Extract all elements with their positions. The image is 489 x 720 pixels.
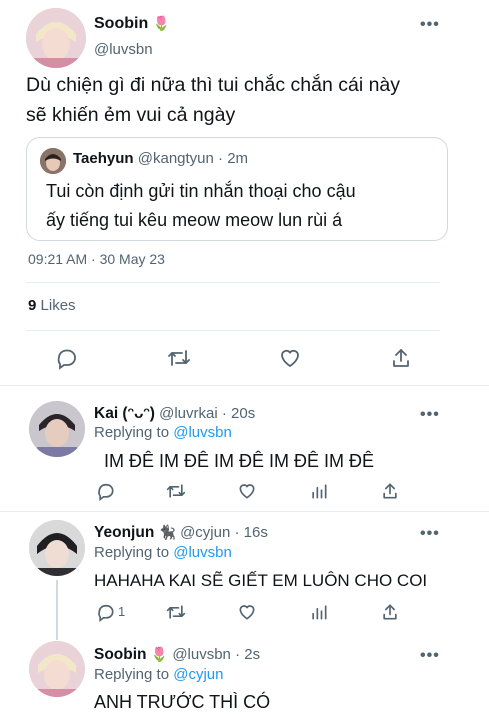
replying-to-handle[interactable]: @luvsbn xyxy=(173,544,232,561)
quoted-author-handle: @kangtyun xyxy=(137,150,214,167)
more-options-icon[interactable]: ••• xyxy=(420,16,440,34)
analytics-icon[interactable] xyxy=(309,602,329,622)
cat-emoji: 🐈‍⬛ xyxy=(158,524,176,540)
quoted-avatar xyxy=(40,148,66,174)
tweet-text-line1: Dù chiện gì đi nữa thì tui chắc chắn cái… xyxy=(26,74,401,96)
quoted-time: · 2m xyxy=(218,150,249,167)
quoted-text-line2: ấy tiếng tui kêu meow meow lun rùi á xyxy=(46,210,343,230)
share-icon[interactable] xyxy=(380,481,400,501)
avatar[interactable] xyxy=(26,8,86,68)
flower-emoji: 🌷 xyxy=(152,15,171,31)
tweet-timestamp[interactable]: 09:21 AM · 30 May 23 xyxy=(28,251,165,267)
divider xyxy=(26,282,440,283)
retweet-icon[interactable] xyxy=(165,602,187,622)
divider xyxy=(26,330,440,331)
avatar-image xyxy=(26,8,86,68)
replying-to: Replying to @luvsbn xyxy=(94,544,232,561)
reply-time[interactable]: · 20s xyxy=(222,405,255,422)
more-options-icon[interactable]: ••• xyxy=(420,647,440,665)
divider xyxy=(0,511,489,512)
analytics-icon[interactable] xyxy=(309,481,329,501)
like-icon[interactable] xyxy=(278,346,302,370)
reply-icon[interactable] xyxy=(55,346,79,370)
like-icon[interactable] xyxy=(237,481,257,501)
author-handle[interactable]: @luvsbn xyxy=(94,41,153,58)
avatar[interactable] xyxy=(29,641,85,697)
quoted-author-name: Taehyun xyxy=(73,150,134,167)
retweet-icon[interactable] xyxy=(165,481,187,501)
reply-time[interactable]: · 2s xyxy=(235,646,260,663)
reply-author-name[interactable]: Kai (ᵔᴗᵔ) xyxy=(94,405,155,422)
quoted-tweet[interactable]: Taehyun @kangtyun · 2m Tui còn định gửi … xyxy=(26,137,448,241)
flower-emoji: 🌷 xyxy=(150,646,169,662)
reply-icon[interactable] xyxy=(96,481,116,501)
reply-author-name[interactable]: Yeonjun xyxy=(94,524,154,541)
more-options-icon[interactable]: ••• xyxy=(420,525,440,543)
like-icon[interactable] xyxy=(237,602,257,622)
reply-author-handle[interactable]: @luvsbn xyxy=(172,646,231,663)
replying-to-label: Replying to xyxy=(94,544,170,561)
replying-to-label: Replying to xyxy=(94,424,170,441)
avatar[interactable] xyxy=(29,520,85,576)
reply-text: HAHAHA KAI SẼ GIẾT EM LUÔN CHO COI xyxy=(94,571,428,590)
reply-text: ANH TRƯỚC THÌ CÓ xyxy=(94,692,271,712)
share-icon[interactable] xyxy=(380,602,400,622)
replying-to: Replying to @cyjun xyxy=(94,666,223,683)
likes-label: Likes xyxy=(40,297,76,314)
likes-count: 9 xyxy=(28,297,37,314)
author-name[interactable]: Soobin xyxy=(94,15,148,32)
replying-to-handle[interactable]: @luvsbn xyxy=(173,424,232,441)
replying-to-handle[interactable]: @cyjun xyxy=(173,666,223,683)
reply-text: IM ĐÊ IM ĐÊ IM ĐÊ IM ĐÊ IM ĐÊ xyxy=(104,451,375,471)
reply-time[interactable]: · 16s xyxy=(235,524,268,541)
reply-author-handle[interactable]: @cyjun xyxy=(180,524,230,541)
reply-count: 1 xyxy=(118,604,126,619)
avatar[interactable] xyxy=(29,401,85,457)
replying-to: Replying to @luvsbn xyxy=(94,424,232,441)
reply-author-name[interactable]: Soobin xyxy=(94,646,147,663)
divider xyxy=(0,385,489,386)
likes-stat[interactable]: 9 Likes xyxy=(28,297,76,314)
share-icon[interactable] xyxy=(389,346,413,370)
reply-icon[interactable] xyxy=(96,602,116,622)
reply-author-handle[interactable]: @luvrkai xyxy=(159,405,218,422)
replying-to-label: Replying to xyxy=(94,666,170,683)
retweet-icon[interactable] xyxy=(166,346,192,370)
tweet-text-line2: sẽ khiến ẻm vui cả ngày xyxy=(26,104,236,126)
thread-line xyxy=(56,580,58,640)
more-options-icon[interactable]: ••• xyxy=(420,406,440,424)
quoted-text-line1: Tui còn định gửi tin nhắn thoại cho cậu xyxy=(46,181,356,201)
